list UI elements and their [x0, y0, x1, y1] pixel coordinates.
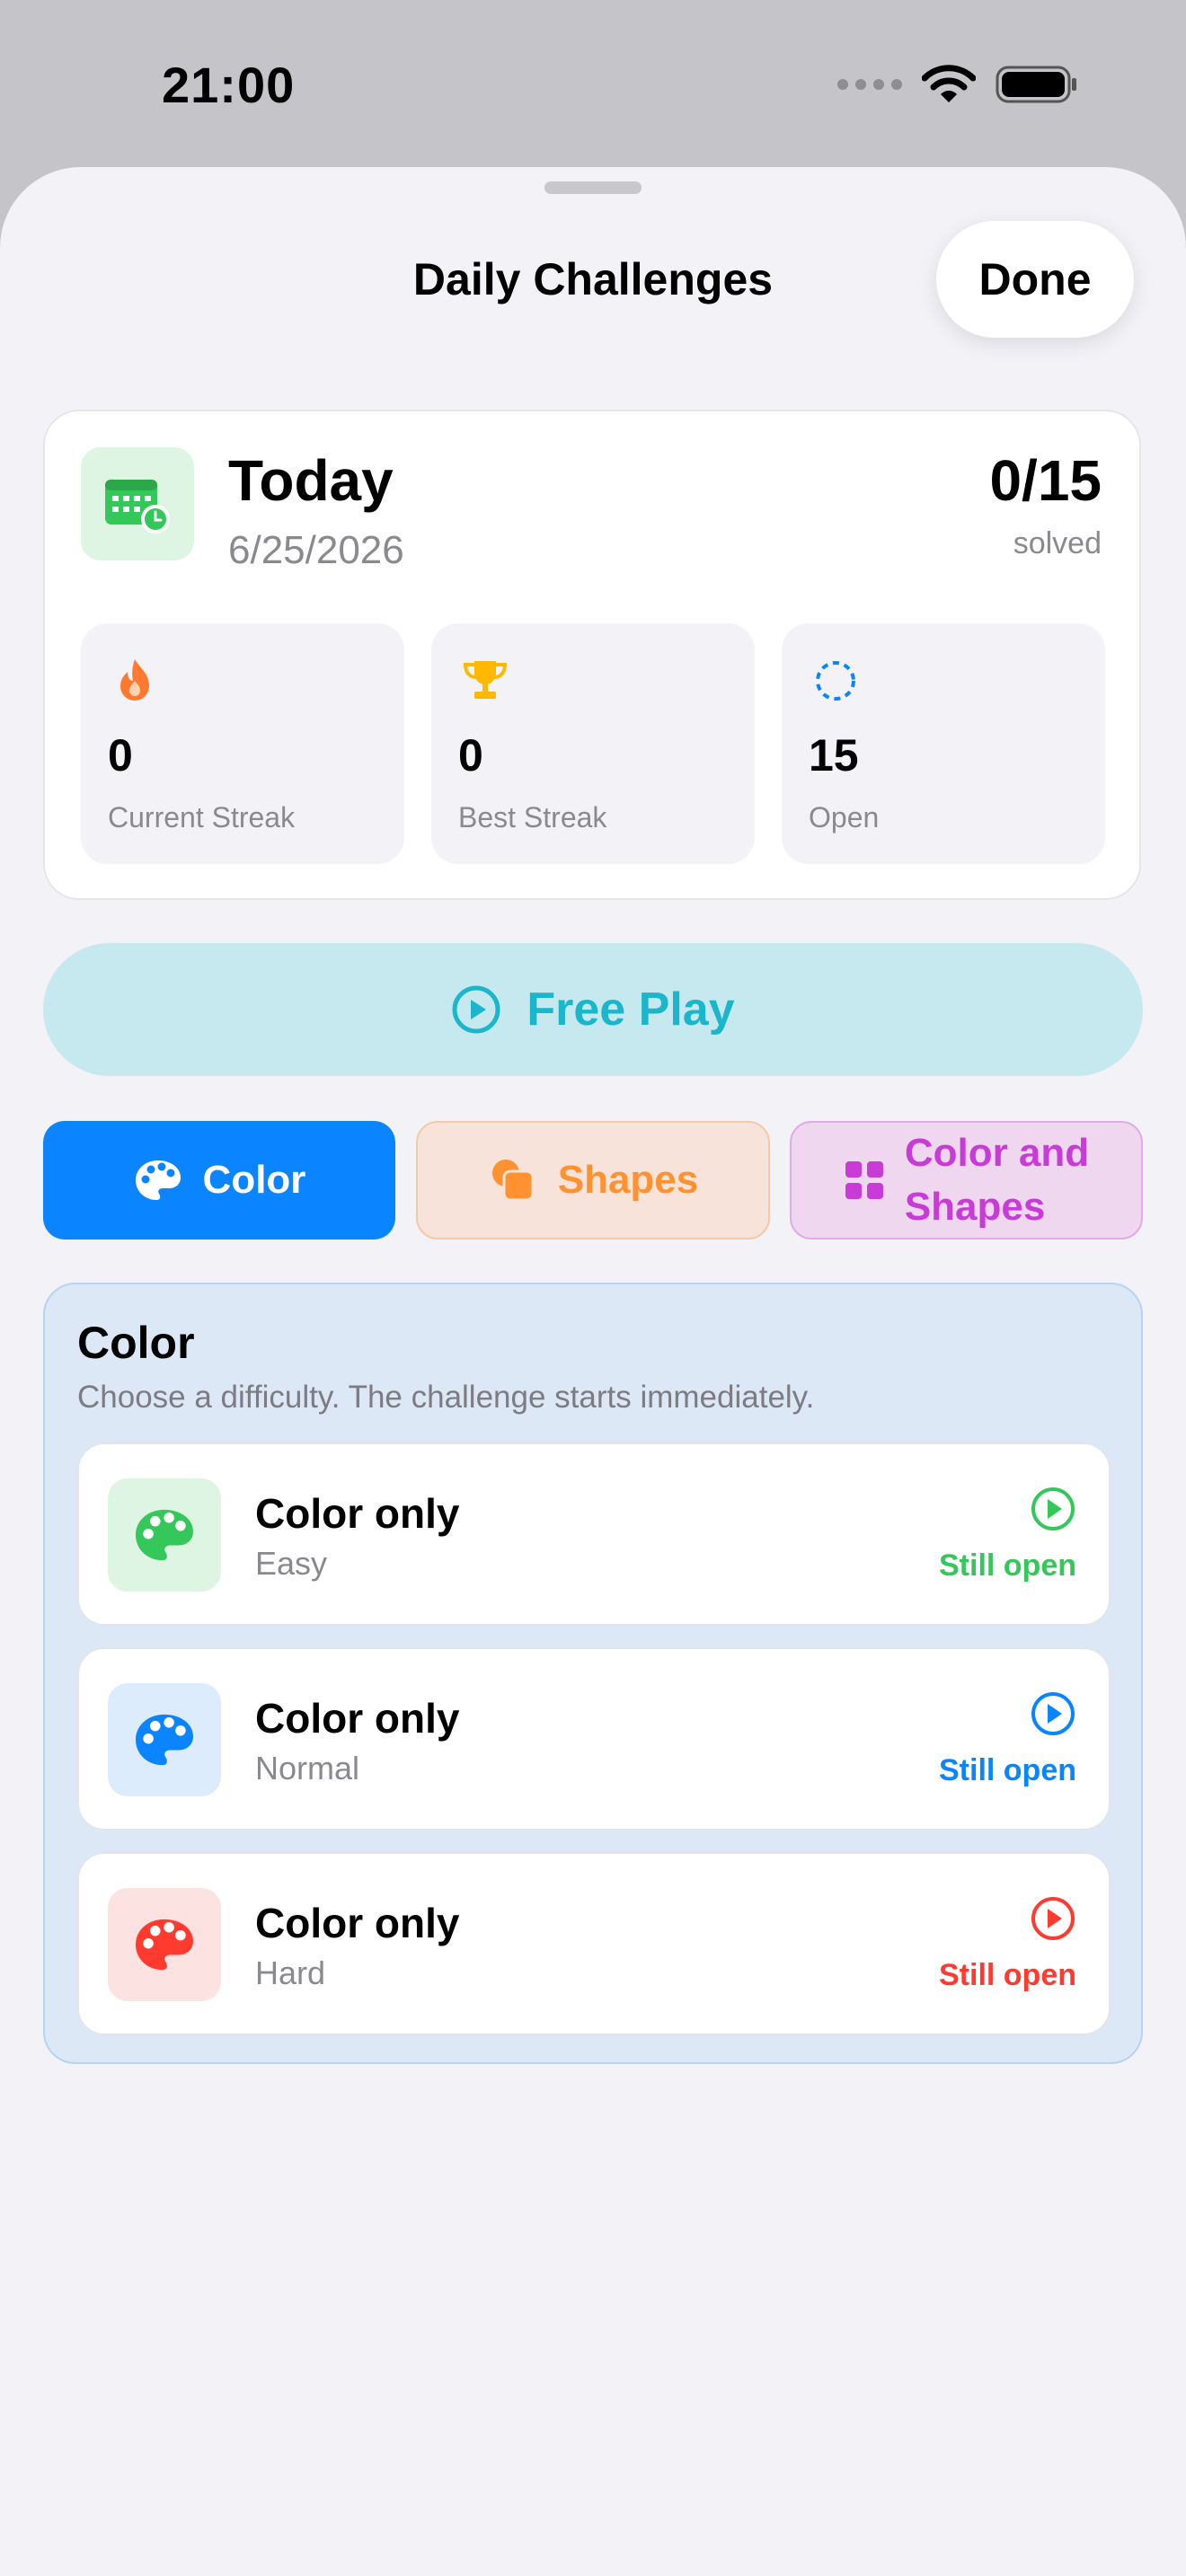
- cellular-signal-icon: [837, 79, 902, 90]
- challenge-row-easy[interactable]: Color only Easy Still open: [77, 1442, 1111, 1626]
- play-circle-icon: [1031, 1487, 1075, 1531]
- open-value: 15: [809, 730, 859, 781]
- today-summary-card: Today 6/25/2026 0/15 solved 0 Current St…: [43, 410, 1141, 900]
- play-circle-icon: [452, 985, 500, 1034]
- challenge-difficulty: Easy: [255, 1545, 328, 1582]
- stat-best-streak: 0 Best Streak: [431, 623, 755, 864]
- challenge-status: Still open: [939, 1548, 1076, 1583]
- tab-color-label: Color: [202, 1158, 306, 1202]
- best-streak-value: 0: [458, 730, 483, 781]
- status-bar: 21:00: [0, 0, 1186, 171]
- tab-color[interactable]: Color: [43, 1121, 395, 1239]
- challenge-difficulty: Hard: [255, 1954, 326, 1991]
- challenge-title: Color only: [255, 1695, 460, 1742]
- calendar-tile: [81, 447, 194, 560]
- tab-color-and-shapes[interactable]: Color and Shapes: [790, 1121, 1143, 1239]
- free-play-button[interactable]: Free Play: [43, 943, 1143, 1076]
- daily-challenges-sheet: Daily Challenges Done Today 6/25/2026 0/…: [0, 167, 1186, 2576]
- status-time: 21:00: [162, 57, 296, 113]
- section-subtitle: Choose a difficulty. The challenge start…: [77, 1380, 815, 1415]
- free-play-label: Free Play: [527, 984, 735, 1036]
- palette-tile-hard: [108, 1888, 221, 2001]
- solved-count: 0/15: [989, 448, 1102, 513]
- tab-shapes-label: Shapes: [557, 1158, 699, 1202]
- done-button[interactable]: Done: [936, 221, 1134, 338]
- section-title: Color: [77, 1318, 195, 1368]
- palette-icon: [136, 1509, 193, 1561]
- stat-current-streak: 0 Current Streak: [81, 623, 404, 864]
- difficulty-section: Color Choose a difficulty. The challenge…: [43, 1283, 1143, 2064]
- grid-icon: [845, 1161, 883, 1199]
- challenge-difficulty: Normal: [255, 1750, 360, 1786]
- palette-icon: [136, 1919, 193, 1971]
- sheet-grabber[interactable]: [544, 181, 642, 194]
- tab-shapes[interactable]: Shapes: [416, 1121, 770, 1239]
- battery-icon: [996, 66, 1076, 103]
- challenge-title: Color only: [255, 1900, 460, 1946]
- open-label: Open: [809, 801, 880, 834]
- palette-icon: [135, 1160, 181, 1200]
- dashed-circle-icon: [816, 661, 855, 701]
- tab-color-and-shapes-label: Color and Shapes: [905, 1126, 1089, 1234]
- challenge-row-hard[interactable]: Color only Hard Still open: [77, 1852, 1111, 2035]
- calendar-clock-icon: [105, 480, 170, 534]
- palette-tile-normal: [108, 1683, 221, 1796]
- flame-icon: [120, 659, 149, 701]
- shapes-icon: [491, 1160, 535, 1202]
- current-streak-value: 0: [108, 730, 133, 781]
- play-circle-icon: [1031, 1692, 1075, 1735]
- best-streak-label: Best Streak: [458, 801, 607, 834]
- palette-tile-easy: [108, 1478, 221, 1592]
- challenge-row-normal[interactable]: Color only Normal Still open: [77, 1647, 1111, 1831]
- play-circle-icon: [1031, 1897, 1075, 1940]
- solved-label: solved: [1013, 526, 1102, 560]
- status-icons: [837, 65, 1078, 104]
- wifi-icon: [922, 65, 976, 102]
- tab-color-and-shapes-line2: Shapes: [904, 1185, 1046, 1229]
- current-streak-label: Current Streak: [108, 801, 296, 834]
- palette-icon: [136, 1714, 193, 1766]
- challenge-status: Still open: [939, 1753, 1076, 1787]
- today-title: Today: [228, 448, 394, 513]
- tab-color-and-shapes-line1: Color and: [904, 1131, 1090, 1175]
- today-date: 6/25/2026: [228, 528, 404, 572]
- trophy-icon: [463, 661, 508, 699]
- challenge-status: Still open: [939, 1958, 1076, 1992]
- challenge-title: Color only: [255, 1490, 460, 1537]
- stat-open: 15 Open: [782, 623, 1105, 864]
